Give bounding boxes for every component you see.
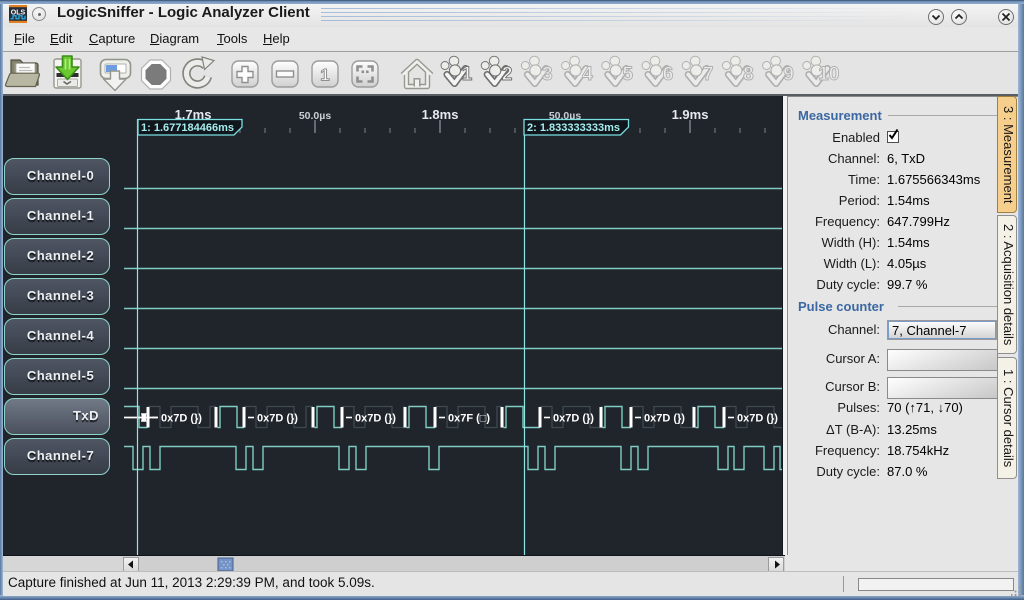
svg-text:3: 3 — [542, 64, 553, 85]
svg-text:1: 1 — [462, 64, 473, 85]
svg-text:0x7D (}): 0x7D (}) — [161, 413, 202, 425]
svg-text:1.9ms: 1.9ms — [672, 107, 709, 122]
svg-text:0x7D (}): 0x7D (}) — [737, 413, 778, 425]
svg-text:2: 2 — [502, 64, 513, 85]
svg-text:0x7D (}): 0x7D (}) — [644, 413, 685, 425]
svg-text:6: 6 — [663, 64, 674, 85]
svg-text:9: 9 — [783, 64, 794, 85]
svg-text:2: 1.833333333ms: 2: 1.833333333ms — [527, 122, 620, 134]
svg-text:1.8ms: 1.8ms — [422, 107, 459, 122]
svg-text:0x7D (}): 0x7D (}) — [257, 413, 298, 425]
svg-text:0x7D (}): 0x7D (}) — [553, 413, 594, 425]
svg-text:7: 7 — [703, 64, 714, 85]
svg-text:0x7D (}): 0x7D (}) — [355, 413, 396, 425]
svg-text:1: 1 — [320, 66, 329, 85]
svg-text:8: 8 — [743, 64, 754, 85]
svg-text:4: 4 — [582, 64, 593, 85]
svg-text:1: 1.677184466ms: 1: 1.677184466ms — [141, 122, 234, 134]
svg-text:10: 10 — [818, 64, 839, 85]
svg-text:50.0µs: 50.0µs — [299, 110, 331, 122]
svg-text:0x7F (□): 0x7F (□) — [448, 413, 490, 425]
svg-text:5: 5 — [623, 64, 634, 85]
